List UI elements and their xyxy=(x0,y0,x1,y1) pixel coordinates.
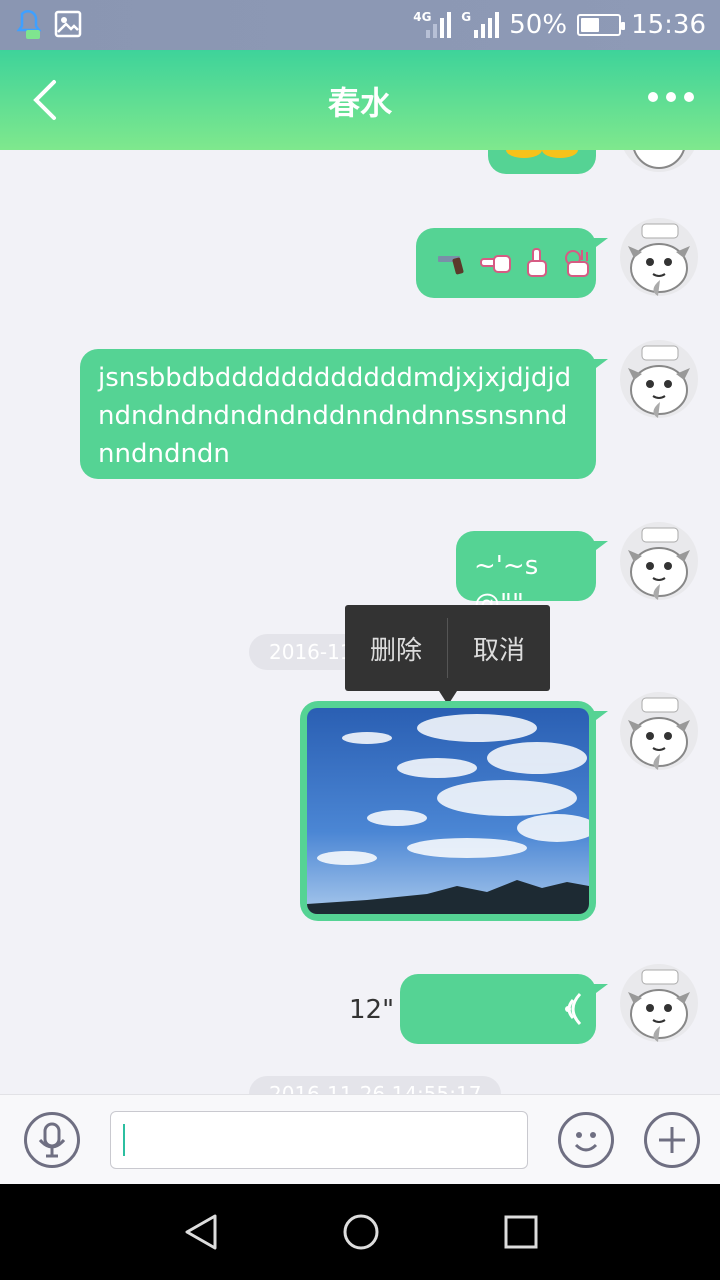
chat-title: 春水 xyxy=(327,84,392,122)
voice-wave-icon xyxy=(565,992,582,1026)
message-bubble-emoji[interactable] xyxy=(416,228,608,298)
pointing-left-hand-icon xyxy=(480,255,511,273)
gallery-icon xyxy=(54,10,82,38)
voice-input-button[interactable] xyxy=(24,1112,80,1168)
emoji-icon xyxy=(506,150,578,158)
nav-back-icon[interactable] xyxy=(181,1212,221,1252)
message-input[interactable] xyxy=(110,1111,528,1169)
timestamp: 2016-11-26 14:55:17 xyxy=(249,1076,502,1094)
network-type-g: G xyxy=(461,10,472,24)
message-bubble-voice[interactable] xyxy=(400,974,608,1044)
notification-app-icon xyxy=(16,10,42,39)
status-bar: 4G G 50% 15:36 xyxy=(0,0,720,50)
message-bubble-image[interactable] xyxy=(300,701,608,921)
ok-hand-icon xyxy=(565,250,589,277)
avatar[interactable] xyxy=(620,218,698,296)
clock: 15:36 xyxy=(631,10,706,40)
signal-g-icon: G xyxy=(461,10,500,40)
chat-header: 春水 xyxy=(0,50,720,150)
nav-home-icon[interactable] xyxy=(341,1212,381,1252)
message-input-bar xyxy=(0,1094,720,1184)
pistol-icon xyxy=(438,256,464,275)
message-list[interactable]: jsnsbbdbddddddddddddmdjxjxjdjdjdndndndnd… xyxy=(0,150,720,1094)
sky-photo[interactable] xyxy=(307,708,589,914)
smiley-icon xyxy=(574,1132,598,1152)
cancel-button[interactable]: 取消 xyxy=(448,630,550,667)
battery-icon xyxy=(577,14,626,36)
signal-4g-icon: 4G xyxy=(413,10,452,40)
nav-recents-icon[interactable] xyxy=(501,1212,541,1252)
message-text: jsnsbbdbddddddddddddmdjxjxjdjdjdndndndnd… xyxy=(98,363,572,469)
avatar[interactable] xyxy=(620,340,698,418)
avatar[interactable] xyxy=(620,150,698,172)
message-bubble-text[interactable]: jsnsbbdbddddddddddddmdjxjxjdjdjdndndndnd… xyxy=(80,349,608,479)
plus-icon xyxy=(659,1127,685,1153)
emoji-button[interactable] xyxy=(558,1112,614,1168)
avatar[interactable] xyxy=(620,522,698,600)
avatar[interactable] xyxy=(620,964,698,1042)
message-bubble-partial[interactable] xyxy=(488,150,596,174)
microphone-icon xyxy=(38,1122,66,1158)
more-options-icon[interactable] xyxy=(648,92,694,102)
message-bubble-text[interactable]: ~'~s@"" xyxy=(456,531,608,619)
voice-duration: 12" xyxy=(349,995,395,1025)
battery-percent: 50% xyxy=(509,10,568,40)
pointing-up-hand-icon xyxy=(527,248,547,277)
message-context-menu: 删除 取消 xyxy=(345,605,550,705)
add-attachment-button[interactable] xyxy=(644,1112,700,1168)
delete-button[interactable]: 删除 xyxy=(345,630,447,667)
system-nav-bar xyxy=(0,1184,720,1280)
avatar[interactable] xyxy=(620,692,698,770)
